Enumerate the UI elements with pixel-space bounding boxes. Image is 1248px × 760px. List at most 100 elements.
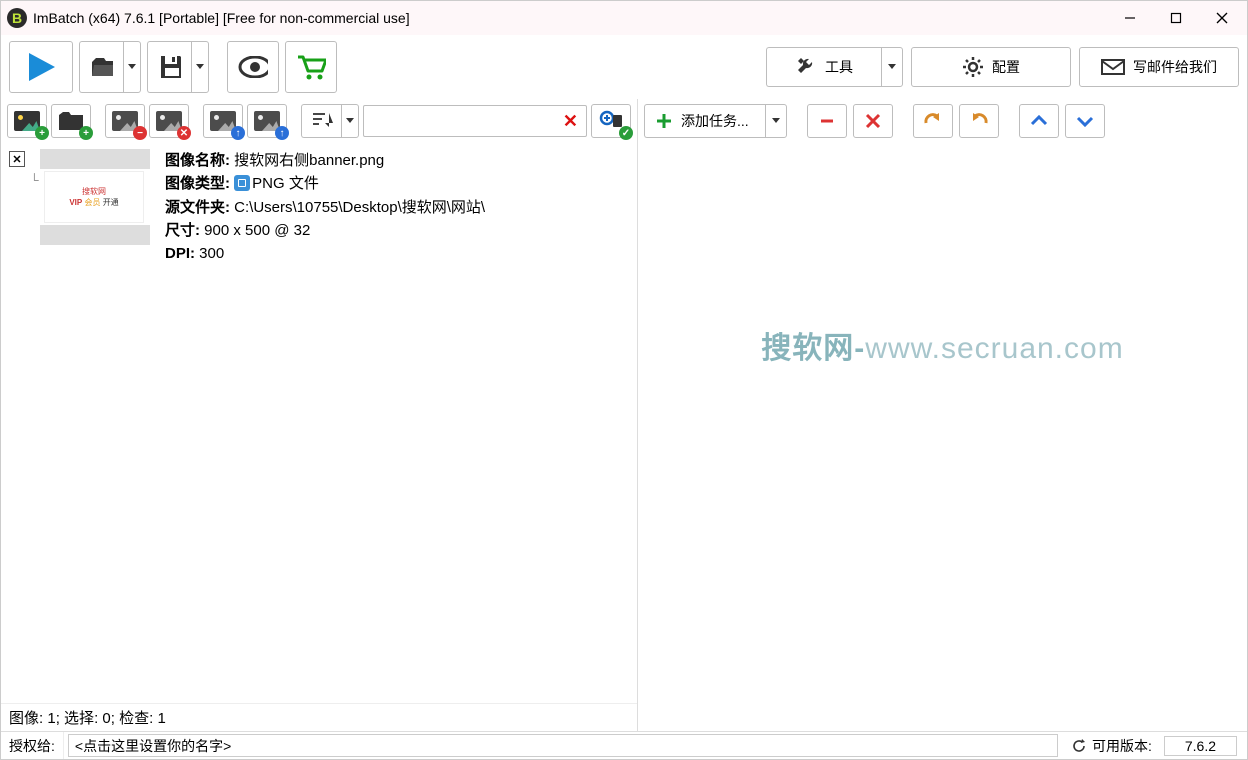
window-title: ImBatch (x64) 7.6.1 [Portable] [Free for… [33, 10, 1107, 26]
tools-dropdown[interactable] [881, 47, 903, 87]
clear-filter-button[interactable]: ✕ [559, 111, 582, 132]
add-task-split-button: 添加任务... [644, 104, 787, 138]
redo-button[interactable] [959, 104, 999, 138]
titlebar: B ImBatch (x64) 7.6.1 [Portable] [Free f… [1, 1, 1247, 35]
image-tools-toolbar: + + − ✕ ↑ ↑ ✕ ✓ [1, 99, 638, 143]
status-bar: 授权给: <点击这里设置你的名字> 可用版本: 7.6.2 [1, 731, 1247, 759]
add-task-label: 添加任务... [681, 111, 749, 131]
undo-icon [923, 113, 943, 129]
move-up-button[interactable] [1019, 104, 1059, 138]
apply-filter-button[interactable]: ✓ [591, 104, 631, 138]
minus-icon [818, 112, 836, 130]
info-type-label: 图像类型: [165, 175, 230, 192]
delete-image-button[interactable]: ✕ [149, 104, 189, 138]
email-button[interactable]: 写邮件给我们 [1079, 47, 1239, 87]
info-name-value: 搜软网右侧banner.png [234, 152, 384, 169]
chevron-down-icon [1076, 115, 1094, 127]
chevron-down-icon [772, 118, 780, 124]
add-task-dropdown[interactable] [765, 104, 787, 138]
settings-label: 配置 [992, 57, 1020, 77]
thumbnail: 搜软网 VIP 会员 开通 [44, 171, 144, 223]
plus-icon [655, 112, 673, 130]
image-list-item[interactable]: ✕ └ 搜软网 VIP 会员 开通 图像名称: 搜软网 [7, 147, 631, 267]
sort-dropdown[interactable] [341, 104, 359, 138]
auth-placeholder: <点击这里设置你的名字> [75, 736, 231, 756]
undo-button[interactable] [913, 104, 953, 138]
save-dropdown[interactable] [191, 41, 209, 93]
task-list-pane: 搜软网-www.secruan.com [638, 143, 1247, 731]
maximize-button[interactable] [1153, 1, 1199, 35]
remove-image-button[interactable]: − [105, 104, 145, 138]
main-toolbar: 工具 配置 写邮件给我们 [1, 35, 1247, 99]
open-button[interactable] [79, 41, 123, 93]
watermark-text: 搜软网-www.secruan.com [638, 323, 1247, 367]
run-button[interactable] [9, 41, 73, 93]
auth-label: 授权给: [1, 732, 64, 759]
info-size-value: 900 x 500 @ 32 [204, 222, 310, 239]
info-dpi-value: 300 [199, 245, 224, 262]
add-task-button[interactable]: 添加任务... [644, 104, 765, 138]
preview-button[interactable] [227, 41, 279, 93]
info-folder-label: 源文件夹: [165, 199, 230, 216]
settings-button[interactable]: 配置 [911, 47, 1071, 87]
chevron-down-icon [196, 64, 204, 70]
chevron-down-icon [128, 64, 136, 70]
cart-button[interactable] [285, 41, 337, 93]
app-icon: B [7, 8, 27, 28]
play-icon [23, 49, 59, 85]
open-split-button [79, 41, 141, 93]
sort-button[interactable] [301, 104, 341, 138]
cart-icon [296, 53, 326, 81]
info-size-label: 尺寸: [165, 222, 200, 239]
info-type-value: PNG 文件 [252, 175, 319, 192]
uncheck-item-button[interactable]: ✕ [9, 151, 25, 167]
wrench-icon [795, 56, 817, 78]
redo-icon [969, 113, 989, 129]
tools-split-button: 工具 [766, 47, 903, 87]
minimize-icon [1124, 12, 1136, 24]
version-cell[interactable]: 可用版本: 7.6.2 [1062, 732, 1247, 759]
sort-split-button [301, 104, 359, 138]
tools-label: 工具 [825, 57, 853, 77]
avail-label: 可用版本: [1092, 736, 1152, 756]
add-image-button[interactable]: + [7, 104, 47, 138]
thumbnail-placeholder [40, 225, 150, 245]
restore-all-button[interactable]: ↑ [247, 104, 287, 138]
thumbnail-placeholder [40, 149, 150, 169]
folder-open-icon [90, 54, 113, 80]
auth-name-input[interactable]: <点击这里设置你的名字> [68, 734, 1058, 757]
save-button[interactable] [147, 41, 191, 93]
delete-task-button[interactable] [853, 104, 893, 138]
image-stats-line: 图像: 1; 选择: 0; 检查: 1 [1, 703, 637, 731]
maximize-icon [1170, 12, 1182, 24]
task-tools-toolbar: 添加任务... [638, 99, 1247, 143]
info-name-label: 图像名称: [165, 152, 230, 169]
file-type-icon [234, 175, 250, 191]
image-list-pane: ✕ └ 搜软网 VIP 会员 开通 图像名称: 搜软网 [1, 143, 638, 731]
add-folder-button[interactable]: + [51, 104, 91, 138]
remove-task-button[interactable] [807, 104, 847, 138]
restore-image-button[interactable]: ↑ [203, 104, 243, 138]
eye-icon [238, 56, 268, 78]
tools-button[interactable]: 工具 [766, 47, 881, 87]
filter-input-box[interactable]: ✕ [363, 105, 587, 137]
chevron-up-icon [1030, 115, 1048, 127]
save-icon [158, 53, 181, 81]
sort-icon [311, 111, 333, 131]
email-label: 写邮件给我们 [1133, 57, 1217, 77]
info-folder-value: C:\Users\10755\Desktop\搜软网\网站\ [234, 199, 485, 216]
avail-version: 7.6.2 [1164, 736, 1237, 756]
gear-icon [962, 56, 984, 78]
x-icon [864, 112, 882, 130]
save-split-button [147, 41, 209, 93]
image-info: 图像名称: 搜软网右侧banner.png 图像类型: PNG 文件 源文件夹:… [165, 149, 629, 265]
minimize-button[interactable] [1107, 1, 1153, 35]
chevron-down-icon [888, 64, 896, 70]
info-dpi-label: DPI: [165, 245, 195, 262]
chevron-down-icon [346, 118, 354, 124]
mail-icon [1101, 59, 1125, 75]
filter-input[interactable] [368, 114, 559, 129]
close-button[interactable] [1199, 1, 1245, 35]
open-dropdown[interactable] [123, 41, 141, 93]
move-down-button[interactable] [1065, 104, 1105, 138]
